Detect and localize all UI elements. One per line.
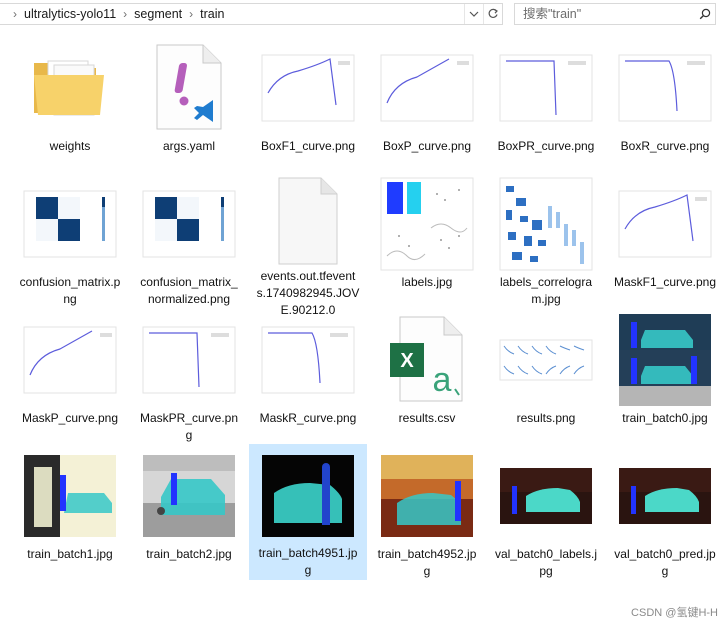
refresh-button[interactable] — [483, 4, 502, 24]
file-item[interactable]: labels_correlogram.jpg — [487, 172, 605, 308]
file-item[interactable]: train_batch4952.jpg — [368, 444, 486, 580]
file-name: BoxF1_curve.png — [260, 139, 356, 153]
file-item[interactable]: events.out.tfevents.1740982945.JOVE.9021… — [249, 172, 367, 317]
breadcrumb-item-segment[interactable]: segment — [134, 7, 182, 21]
image-thumbnail — [498, 40, 594, 136]
image-thumbnail — [498, 176, 594, 272]
watermark: CSDN @氢键H-H — [631, 607, 718, 619]
svg-text:X: X — [400, 350, 414, 372]
search-box[interactable] — [514, 3, 716, 25]
toolbar: › ultralytics-yolo11 › segment › train — [0, 0, 728, 30]
file-item[interactable]: MaskPR_curve.png — [130, 308, 248, 444]
breadcrumb: › ultralytics-yolo11 › segment › train — [0, 7, 464, 21]
folder-icon — [22, 40, 118, 136]
file-item[interactable]: MaskP_curve.png — [11, 308, 129, 444]
file-item[interactable]: BoxPR_curve.png — [487, 36, 605, 172]
file-grid: weights args.yaml BoxF1_curve.png BoxP_curv… — [11, 36, 724, 580]
yaml-file-icon — [141, 40, 237, 136]
breadcrumb-item-ultralytics[interactable]: ultralytics-yolo11 — [24, 7, 116, 21]
blank-file-icon — [260, 176, 356, 266]
file-item[interactable]: confusion_matrix_normalized.png — [130, 172, 248, 308]
file-item[interactable]: train_batch4951.jpg — [249, 444, 367, 580]
file-name: MaskR_curve.png — [259, 411, 357, 425]
svg-text:a: a — [433, 361, 452, 399]
file-name: confusion_matrix.png — [19, 275, 121, 306]
image-thumbnail — [617, 40, 713, 136]
file-item[interactable]: val_batch0_labels.jpg — [487, 444, 605, 580]
image-thumbnail — [260, 312, 356, 408]
refresh-icon — [488, 8, 498, 18]
file-name: train_batch4951.jpg — [258, 546, 358, 577]
file-name: weights — [49, 139, 91, 153]
chevron-right-icon[interactable]: › — [189, 7, 193, 21]
file-item[interactable]: MaskF1_curve.png — [606, 172, 724, 308]
image-thumbnail — [22, 448, 118, 544]
file-name: labels.jpg — [401, 275, 453, 289]
file-name: results.png — [516, 411, 576, 425]
search-input[interactable] — [515, 6, 695, 22]
image-thumbnail — [617, 176, 713, 272]
file-name: MaskF1_curve.png — [613, 275, 717, 289]
image-thumbnail — [141, 312, 237, 408]
file-name: args.yaml — [162, 139, 215, 153]
chevron-right-icon[interactable]: › — [123, 7, 127, 21]
search-icon[interactable] — [695, 8, 715, 20]
file-item[interactable]: MaskR_curve.png — [249, 308, 367, 444]
file-item[interactable]: BoxR_curve.png — [606, 36, 724, 172]
file-name: val_batch0_pred.jpg — [614, 547, 716, 578]
image-thumbnail — [498, 448, 594, 544]
file-name: MaskPR_curve.png — [139, 411, 239, 442]
file-name: BoxR_curve.png — [620, 139, 710, 153]
image-thumbnail — [260, 449, 356, 543]
image-thumbnail — [141, 448, 237, 544]
file-item[interactable]: BoxP_curve.png — [368, 36, 486, 172]
file-name: labels_correlogram.jpg — [499, 275, 593, 306]
file-name: BoxPR_curve.png — [497, 139, 595, 153]
image-thumbnail — [617, 448, 713, 544]
image-thumbnail — [379, 176, 475, 272]
file-item[interactable]: val_batch0_pred.jpg — [606, 444, 724, 580]
chevron-down-icon — [469, 11, 479, 17]
chevron-right-icon[interactable]: › — [13, 7, 17, 21]
image-thumbnail — [498, 312, 594, 408]
image-thumbnail — [379, 448, 475, 544]
address-bar[interactable]: › ultralytics-yolo11 › segment › train — [0, 3, 503, 25]
image-thumbnail — [22, 176, 118, 272]
image-thumbnail — [22, 312, 118, 408]
file-name: train_batch2.jpg — [146, 547, 232, 561]
excel-csv-icon: Xa — [379, 312, 475, 408]
file-item[interactable]: train_batch1.jpg — [11, 444, 129, 580]
file-name: train_batch4952.jpg — [377, 547, 477, 578]
file-item[interactable]: results.png — [487, 308, 605, 444]
file-item[interactable]: weights — [11, 36, 129, 172]
file-name: confusion_matrix_normalized.png — [140, 275, 238, 306]
breadcrumb-item-train[interactable]: train — [200, 7, 224, 21]
image-thumbnail — [617, 312, 713, 408]
file-name: results.csv — [398, 411, 456, 425]
image-thumbnail — [260, 40, 356, 136]
file-name: BoxP_curve.png — [382, 139, 472, 153]
file-name: train_batch0.jpg — [622, 411, 708, 425]
address-dropdown-button[interactable] — [464, 4, 483, 24]
file-item[interactable]: BoxF1_curve.png — [249, 36, 367, 172]
file-item[interactable]: labels.jpg — [368, 172, 486, 308]
file-item[interactable]: train_batch0.jpg — [606, 308, 724, 444]
file-name: MaskP_curve.png — [21, 411, 119, 425]
file-name: train_batch1.jpg — [27, 547, 113, 561]
file-item[interactable]: Xa results.csv — [368, 308, 486, 444]
file-item[interactable]: args.yaml — [130, 36, 248, 172]
file-item[interactable]: train_batch2.jpg — [130, 444, 248, 580]
file-name: val_batch0_labels.jpg — [494, 547, 598, 578]
image-thumbnail — [379, 40, 475, 136]
image-thumbnail — [141, 176, 237, 272]
file-item[interactable]: confusion_matrix.png — [11, 172, 129, 308]
